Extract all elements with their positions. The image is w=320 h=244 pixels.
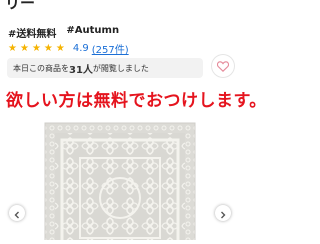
rating-value: 4.9 [72,43,89,54]
heart-icon [216,57,230,76]
viewer-count: 31人 [69,64,93,76]
rug-image [0,116,240,244]
viewer-notice-prefix: 本日この商品を [13,63,69,73]
tag-list: #送料無料 #Autumn [8,25,119,40]
chevron-right-icon [219,204,227,223]
star-icon: ★ [31,43,41,54]
star-icon: ★ [19,43,29,54]
star-icon: ★ [43,43,53,54]
viewer-notice: 本日この商品を 31人 が閲覧しました [7,58,203,78]
star-icon: ★ [55,43,65,54]
product-image[interactable] [0,116,240,244]
tag-free-shipping[interactable]: #送料無料 [8,25,56,40]
product-title: リー [5,0,36,12]
promo-banner: 欲しい方は無料でおつけします。 [6,91,267,111]
review-count-link[interactable]: (257件) [92,41,129,56]
next-image-button[interactable] [215,205,231,221]
chevron-left-icon [13,204,21,223]
favorite-button[interactable] [212,55,234,77]
tag-autumn[interactable]: #Autumn [66,25,119,40]
star-icon: ★ [8,43,17,54]
prev-image-button[interactable] [9,205,25,221]
star-rating: ★ ★ ★ ★ ★ [8,43,65,54]
rating-row: ★ ★ ★ ★ ★ 4.9 (257件) [8,41,129,56]
viewer-notice-suffix: が閲覧しました [92,63,149,73]
